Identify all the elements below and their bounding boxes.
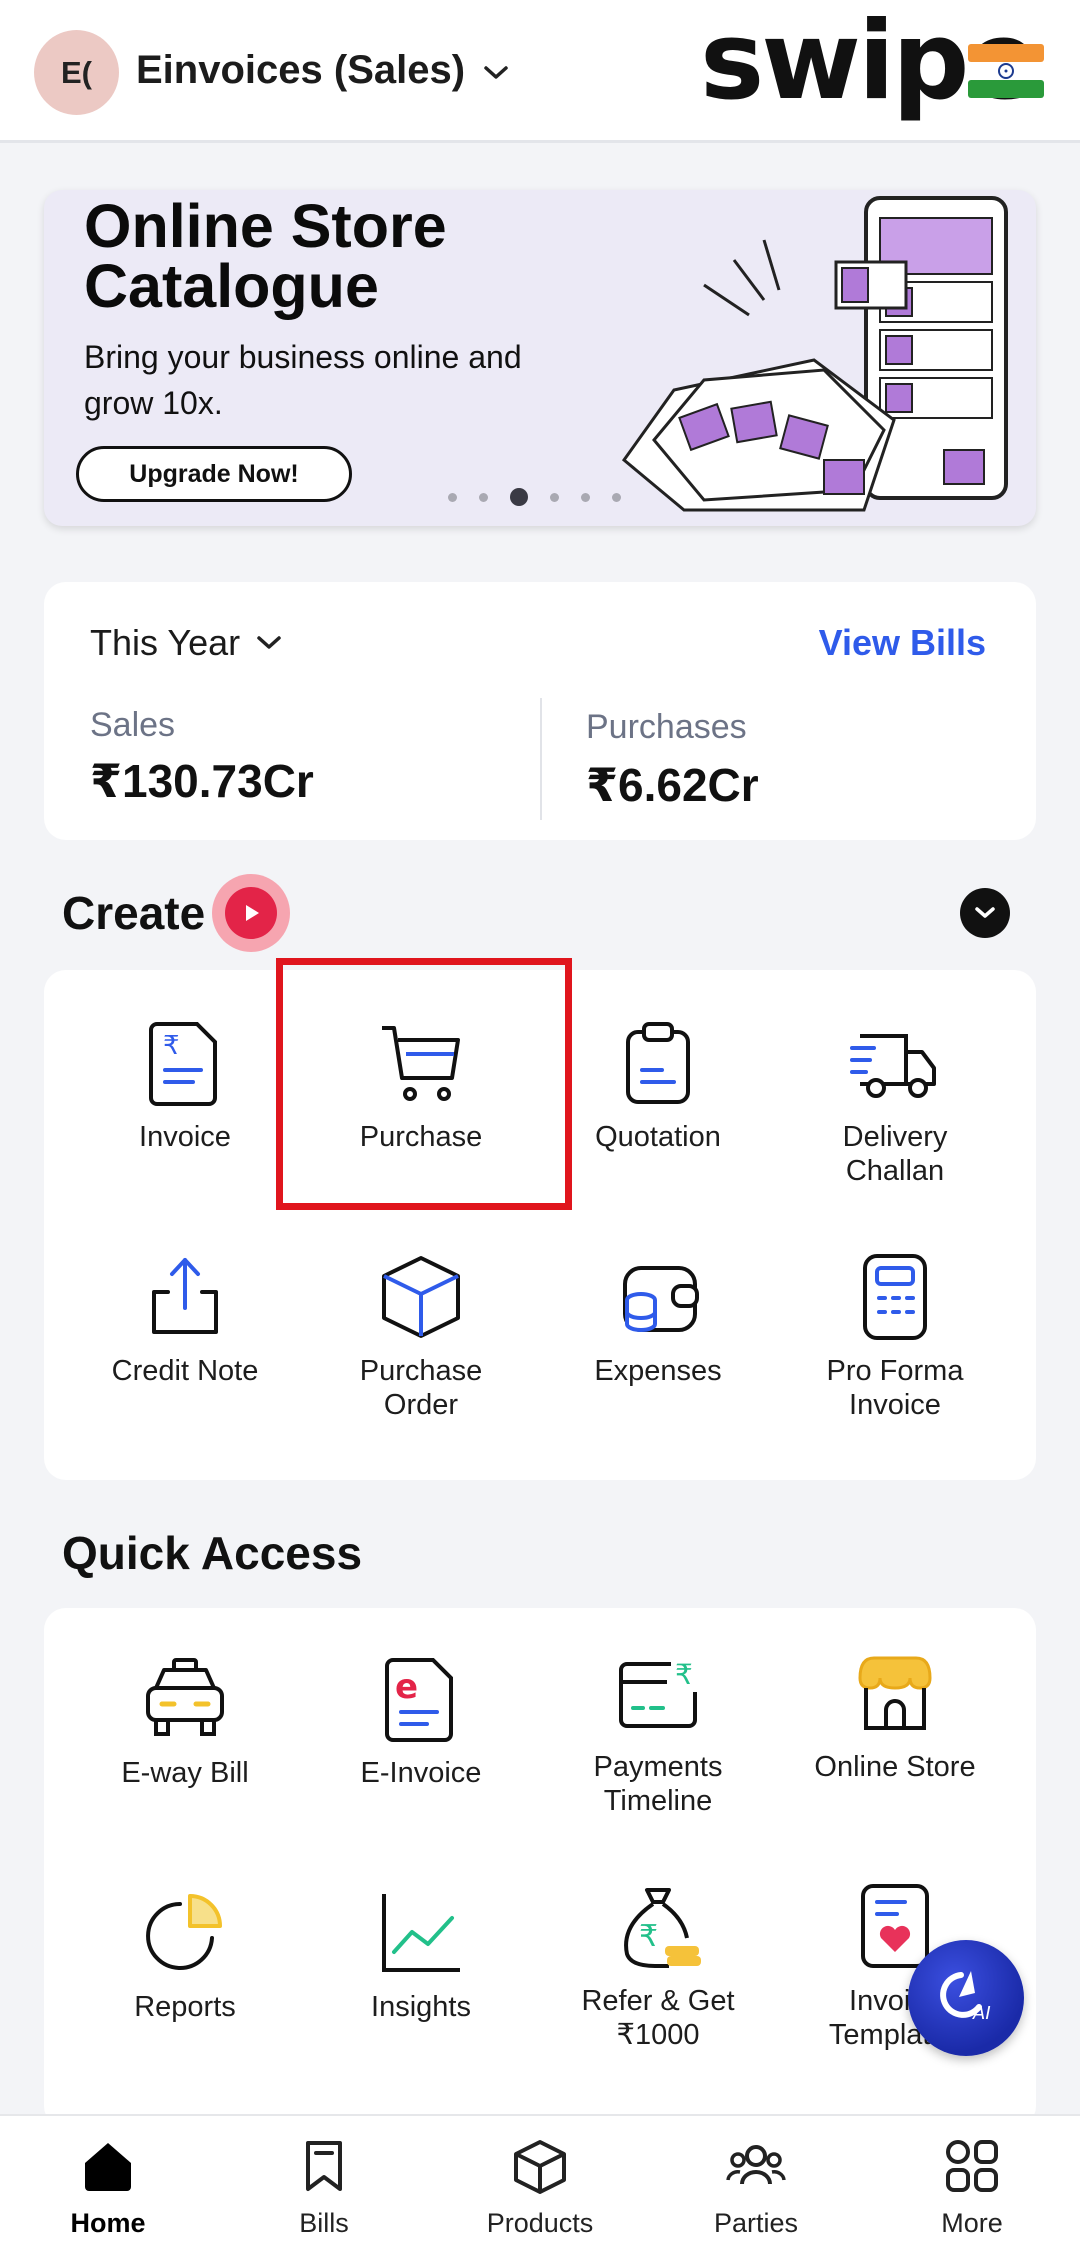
tile-label: Delivery Challan bbox=[842, 1121, 948, 1187]
carousel-dot[interactable] bbox=[550, 492, 559, 502]
nav-bills[interactable]: Bills bbox=[216, 2136, 432, 2239]
create-title: Create bbox=[62, 887, 206, 939]
tile-label: E-way Bill bbox=[121, 1757, 249, 1789]
svg-text:e: e bbox=[395, 1667, 418, 1707]
qa-refer-tile[interactable]: ₹ Refer & Get ₹1000 bbox=[540, 1882, 776, 2052]
play-video-button[interactable] bbox=[212, 874, 290, 952]
tile-label: Payments Timeline bbox=[593, 1751, 723, 1817]
bookmark-icon bbox=[294, 2136, 354, 2196]
create-credit-note-tile[interactable]: Credit Note bbox=[67, 1252, 303, 1388]
tile-label: E-Invoice bbox=[360, 1757, 482, 1789]
pos-icon bbox=[850, 1252, 940, 1342]
chevron-down-icon bbox=[975, 907, 995, 918]
svg-text:₹: ₹ bbox=[163, 1031, 180, 1061]
tile-label: Pro Forma Invoice bbox=[826, 1355, 964, 1421]
car-icon bbox=[140, 1654, 230, 1744]
nav-label: Bills bbox=[299, 2208, 349, 2238]
banner-subtitle: Bring your business online and grow 10x. bbox=[84, 339, 522, 421]
create-pro-forma-tile[interactable]: Pro Forma Invoice bbox=[777, 1252, 1013, 1422]
create-invoice-tile[interactable]: ₹ Invoice bbox=[67, 1018, 303, 1154]
invoice-icon: ₹ bbox=[140, 1018, 230, 1108]
create-delivery-challan-tile[interactable]: Delivery Challan bbox=[777, 1018, 1013, 1188]
box-icon bbox=[510, 2136, 570, 2196]
upgrade-button[interactable]: Upgrade Now! bbox=[76, 446, 352, 502]
qa-reports-tile[interactable]: Reports bbox=[67, 1888, 303, 2024]
divider bbox=[540, 698, 542, 820]
tile-label: Expenses bbox=[594, 1355, 722, 1387]
store-icon bbox=[850, 1648, 940, 1738]
money-bag-icon: ₹ bbox=[613, 1882, 703, 1972]
tile-label: Quotation bbox=[595, 1121, 721, 1153]
tile-label: Refer & Get ₹1000 bbox=[581, 1985, 735, 2051]
company-name: Einvoices (Sales) bbox=[136, 48, 466, 92]
carousel-dot[interactable] bbox=[448, 492, 457, 502]
qa-payments-timeline-tile[interactable]: ₹ Payments Timeline bbox=[540, 1648, 776, 1818]
quick-access-title: Quick Access bbox=[62, 1527, 363, 1579]
truck-icon bbox=[850, 1018, 940, 1108]
ai-assistant-button[interactable]: AI bbox=[908, 1940, 1024, 2056]
company-switcher[interactable]: Einvoices (Sales) bbox=[136, 48, 509, 93]
avatar[interactable]: E( bbox=[34, 30, 119, 115]
grid-icon bbox=[942, 2136, 1002, 2196]
bottom-navigation: Home Bills Products Parties More bbox=[0, 2114, 1080, 2249]
tile-label: Invoice bbox=[139, 1121, 231, 1153]
purchases-value: ₹6.62Cr bbox=[586, 759, 759, 811]
tile-label: Purchase Order bbox=[359, 1355, 483, 1421]
nav-home[interactable]: Home bbox=[0, 2136, 216, 2239]
qa-insights-tile[interactable]: Insights bbox=[303, 1888, 539, 2024]
e-invoice-icon: e bbox=[376, 1654, 466, 1744]
line-chart-icon bbox=[376, 1888, 466, 1978]
tile-label: Online Store bbox=[814, 1751, 976, 1783]
wallet-icon bbox=[613, 1252, 703, 1342]
play-icon bbox=[246, 905, 259, 921]
create-quotation-tile[interactable]: Quotation bbox=[540, 1018, 776, 1154]
app-header: E( Einvoices (Sales) swipe bbox=[0, 0, 1080, 143]
view-bills-link[interactable]: View Bills bbox=[819, 622, 986, 664]
sales-label: Sales bbox=[90, 706, 176, 744]
nav-label: Parties bbox=[713, 2208, 799, 2238]
chevron-down-icon bbox=[257, 636, 281, 649]
pie-chart-icon bbox=[140, 1888, 230, 1978]
tile-label: Reports bbox=[134, 1991, 236, 2023]
create-purchase-order-tile[interactable]: Purchase Order bbox=[303, 1252, 539, 1422]
svg-text:AI: AI bbox=[972, 2003, 991, 2024]
svg-text:₹: ₹ bbox=[675, 1658, 693, 1691]
upload-icon bbox=[140, 1252, 230, 1342]
catalogue-illustration bbox=[621, 196, 1008, 512]
india-flag-icon bbox=[968, 44, 1044, 98]
ai-icon: AI bbox=[940, 1971, 991, 2024]
nav-label: Home bbox=[70, 2208, 146, 2238]
clipboard-icon bbox=[613, 1018, 703, 1108]
create-expenses-tile[interactable]: Expenses bbox=[540, 1252, 776, 1388]
period-selector[interactable]: This Year bbox=[90, 622, 282, 664]
nav-label: More bbox=[941, 2208, 1003, 2238]
carousel-dot[interactable] bbox=[479, 492, 488, 502]
sales-value: ₹130.73Cr bbox=[90, 755, 314, 807]
users-icon bbox=[726, 2136, 786, 2196]
nav-parties[interactable]: Parties bbox=[648, 2136, 864, 2239]
purchase-highlight-box bbox=[276, 958, 572, 1210]
tile-label: Insights bbox=[371, 1991, 471, 2023]
qa-eway-bill-tile[interactable]: E-way Bill bbox=[67, 1654, 303, 1790]
payment-card-icon: ₹ bbox=[613, 1648, 703, 1738]
summary-card: This Year View Bills Sales ₹130.73Cr Pur… bbox=[44, 582, 1036, 840]
promo-banner[interactable]: Online Store Catalogue Bring your busine… bbox=[44, 190, 1036, 526]
tile-label: Credit Note bbox=[111, 1355, 259, 1387]
chevron-down-icon bbox=[484, 65, 508, 79]
banner-title: Online Store Catalogue bbox=[84, 192, 447, 320]
svg-text:₹: ₹ bbox=[639, 1919, 658, 1954]
qa-online-store-tile[interactable]: Online Store bbox=[777, 1648, 1013, 1784]
nav-label: Products bbox=[486, 2208, 594, 2238]
nav-products[interactable]: Products bbox=[432, 2136, 648, 2239]
purchases-label: Purchases bbox=[586, 708, 747, 746]
home-icon bbox=[78, 2136, 138, 2196]
collapse-button[interactable] bbox=[960, 888, 1010, 938]
carousel-dot-active[interactable] bbox=[510, 488, 528, 506]
nav-more[interactable]: More bbox=[864, 2136, 1080, 2239]
qa-einvoice-tile[interactable]: e E-Invoice bbox=[303, 1654, 539, 1790]
period-label: This Year bbox=[90, 622, 241, 663]
box-icon bbox=[376, 1252, 466, 1342]
